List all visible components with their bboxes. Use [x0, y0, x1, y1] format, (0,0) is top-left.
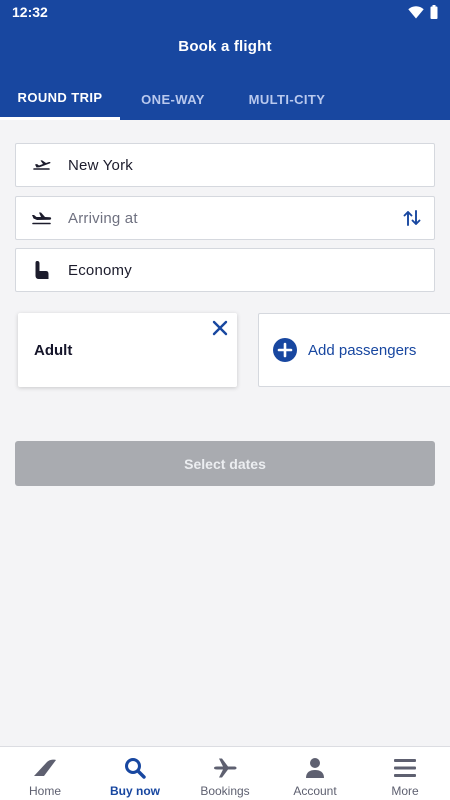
status-icons	[408, 5, 438, 19]
departure-field[interactable]: New York	[15, 143, 435, 187]
nav-bookings-label: Bookings	[200, 784, 250, 798]
swap-icon[interactable]	[402, 208, 422, 233]
cabin-class-field[interactable]: Economy	[15, 248, 435, 292]
wifi-icon	[408, 5, 424, 18]
page-title: Book a flight	[178, 38, 272, 55]
status-time: 12:32	[12, 4, 48, 20]
search-icon	[124, 757, 146, 779]
nav-home[interactable]: Home	[0, 747, 90, 800]
nav-buy-now-label: Buy now	[110, 784, 160, 798]
battery-icon	[430, 5, 438, 19]
bottom-navigation: Home Buy now Bookings Account More	[0, 746, 450, 800]
add-passengers-button[interactable]: Add passengers	[258, 313, 450, 387]
status-bar: 12:32	[0, 0, 450, 24]
adult-label: Adult	[34, 342, 73, 359]
nav-more[interactable]: More	[360, 747, 450, 800]
close-icon[interactable]	[209, 317, 231, 339]
departure-value: New York	[68, 156, 133, 174]
nav-more-label: More	[391, 784, 419, 798]
nav-home-label: Home	[28, 784, 61, 798]
nav-buy-now[interactable]: Buy now	[90, 747, 180, 800]
trip-type-tabs: ROUND TRIP ONE-WAY MULTI-CITY	[0, 78, 450, 120]
plus-circle-icon	[273, 338, 297, 362]
app-header: 12:32 Book a flight ROUND TRIP ONE-WAY M…	[0, 0, 450, 120]
tab-one-way[interactable]: ONE-WAY	[120, 78, 226, 120]
takeoff-icon	[16, 158, 68, 172]
adult-passenger-card[interactable]: Adult	[18, 313, 237, 387]
nav-account[interactable]: Account	[270, 747, 360, 800]
nav-bookings[interactable]: Bookings	[180, 747, 270, 800]
landing-icon	[16, 211, 68, 225]
menu-icon	[394, 757, 416, 779]
person-icon	[306, 757, 324, 779]
arrival-input: Arriving at	[68, 209, 138, 227]
seat-icon	[16, 260, 68, 280]
home-icon	[33, 757, 57, 779]
cabin-class-value: Economy	[68, 261, 132, 279]
plane-icon	[213, 757, 237, 779]
select-dates-button[interactable]: Select dates	[15, 441, 435, 486]
add-passengers-label: Add passengers	[308, 341, 417, 359]
tab-round-trip[interactable]: ROUND TRIP	[0, 78, 120, 120]
tab-multi-city[interactable]: MULTI-CITY	[226, 78, 348, 120]
nav-account-label: Account	[293, 784, 337, 798]
arrival-field[interactable]: Arriving at	[15, 196, 435, 240]
